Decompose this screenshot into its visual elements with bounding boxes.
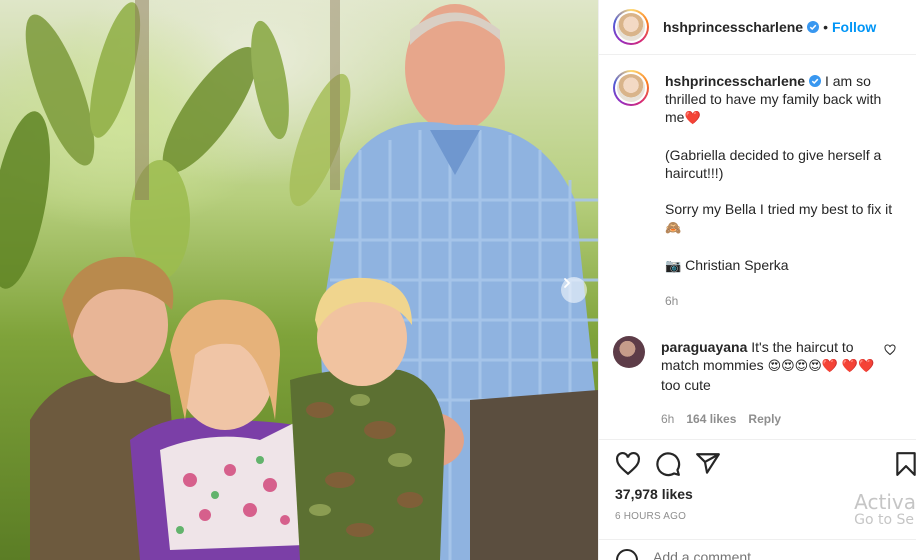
post-side-panel: hshprincesscharlene • Follow hshprincess… xyxy=(598,0,916,560)
post-timestamp[interactable]: 6 HOURS AGO xyxy=(615,511,686,522)
verified-badge-icon xyxy=(809,75,822,87)
caption-line-4: 📷 Christian Sperka xyxy=(665,256,902,276)
comment-likes[interactable]: 164 likes xyxy=(686,412,736,426)
photo-credit: Christian Sperka xyxy=(685,257,789,273)
photo-illustration xyxy=(0,0,598,560)
watermark-line-2: Go to Se xyxy=(854,512,915,528)
caption-age: 6h xyxy=(665,294,679,308)
caption-avatar[interactable] xyxy=(613,70,649,106)
separator-dot: • xyxy=(823,19,828,35)
add-comment-bar xyxy=(599,539,916,560)
watermark-line-1: Activa xyxy=(854,490,916,514)
avatar[interactable] xyxy=(613,9,649,45)
comment-age: 6h xyxy=(661,412,675,426)
avatar-image xyxy=(617,74,645,102)
heart-icon[interactable] xyxy=(884,344,896,356)
comment-emoji-row-2: ❤️❤️ xyxy=(841,359,875,374)
bookmark-icon[interactable] xyxy=(895,451,916,477)
post-header: hshprincesscharlene • Follow xyxy=(599,0,916,55)
avatar-image xyxy=(617,13,645,41)
heart-emoji: ❤️ xyxy=(684,111,701,126)
heart-icon[interactable] xyxy=(615,451,641,477)
caption-line-3: Sorry my Bella I tried my best to fix it… xyxy=(665,200,902,238)
emoji-icon[interactable] xyxy=(615,548,639,560)
comment-suffix: too cute xyxy=(661,377,711,393)
camera-emoji: 📷 xyxy=(665,259,682,274)
verified-badge-icon xyxy=(807,21,820,33)
caption-username[interactable]: hshprincesscharlene xyxy=(665,73,805,89)
comment-text-block: paraguayana It's the haircut to match mo… xyxy=(661,338,881,394)
comment-icon[interactable] xyxy=(655,451,681,477)
action-bar xyxy=(613,451,916,477)
caption-line-2: (Gabriella decided to give herself a hai… xyxy=(665,147,882,181)
comment-meta: 6h 164 likes Reply xyxy=(661,410,881,428)
monkey-emoji: 🙈 xyxy=(665,221,682,236)
caption-apology: Sorry my Bella I tried my best to fix it xyxy=(665,201,893,217)
caption-line-1: hshprincesscharlene I am so thrilled to … xyxy=(665,72,902,128)
chevron-right-icon xyxy=(564,278,571,288)
commenter-username[interactable]: paraguayana xyxy=(661,339,747,355)
username-link[interactable]: hshprincesscharlene xyxy=(663,19,803,35)
post-photo[interactable] xyxy=(0,0,598,560)
share-icon[interactable] xyxy=(695,451,721,477)
likes-count[interactable]: 37,978 likes xyxy=(615,486,693,502)
follow-button[interactable]: Follow xyxy=(832,19,876,35)
comment-input[interactable] xyxy=(653,549,853,560)
comment-item: paraguayana It's the haircut to match mo… xyxy=(613,336,902,428)
next-photo-button[interactable] xyxy=(561,277,587,303)
commenter-avatar[interactable] xyxy=(613,336,645,368)
reply-button[interactable]: Reply xyxy=(748,412,781,426)
caption-block: hshprincesscharlene I am so thrilled to … xyxy=(613,70,902,310)
divider xyxy=(599,439,916,440)
comment-emoji-row: 😍😍😍😍❤️ xyxy=(767,359,838,374)
windows-activation-watermark: Activa Go to Se xyxy=(854,491,916,528)
